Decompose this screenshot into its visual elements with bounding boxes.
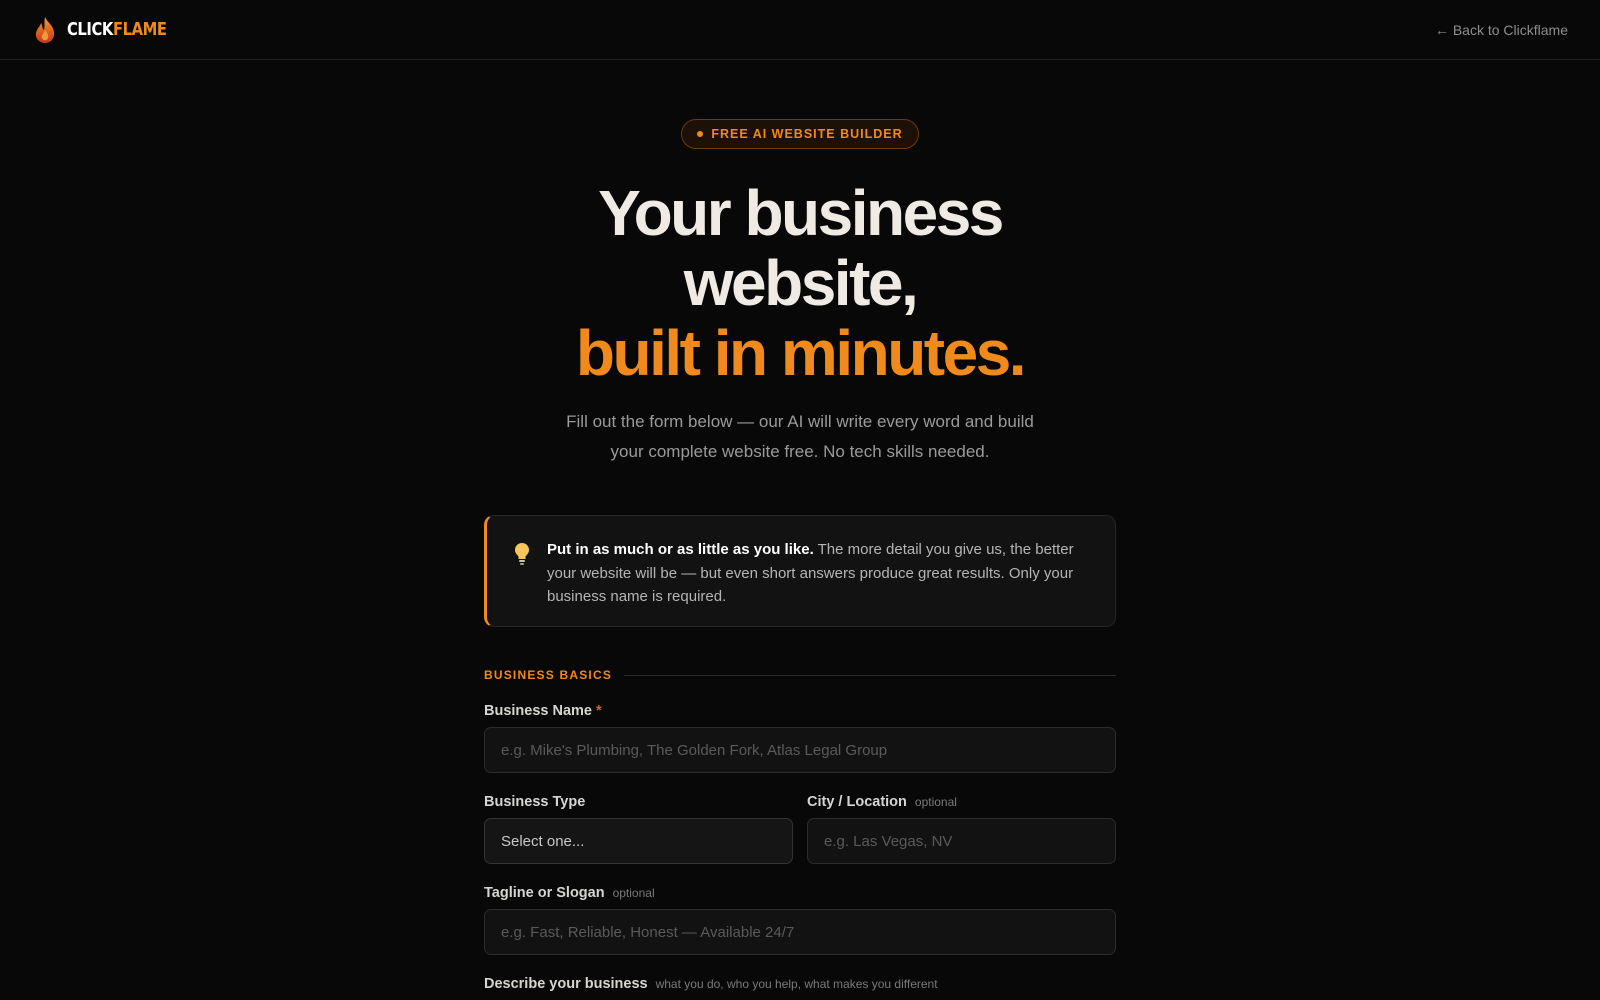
tip-text: Put in as much or as little as you like.… xyxy=(547,538,1091,609)
top-bar: CLICKFLAME ← Back to Clickflame xyxy=(0,0,1600,60)
lightbulb-icon xyxy=(515,543,529,565)
section-business-basics: BUSINESS BASICS xyxy=(484,668,1116,682)
tip-box: Put in as much or as little as you like.… xyxy=(484,515,1116,627)
brand-name: CLICKFLAME xyxy=(67,19,167,40)
tagline-input[interactable] xyxy=(484,909,1116,955)
badge-row: FREE AI WEBSITE BUILDER xyxy=(0,119,1600,149)
headline-line-1: Your business xyxy=(598,177,1004,249)
hero-headline: Your business website, built in minutes. xyxy=(0,178,1600,388)
badge-label: FREE AI WEBSITE BUILDER xyxy=(711,127,903,141)
subtitle-line-1: Fill out the form below — our AI will wr… xyxy=(566,412,1034,431)
required-mark: * xyxy=(596,703,602,719)
hero-subtitle: Fill out the form below — our AI will wr… xyxy=(0,407,1600,467)
headline-line-3: built in minutes. xyxy=(575,317,1027,389)
city-label: City / Location optional xyxy=(807,794,957,810)
business-name-label: Business Name * xyxy=(484,703,602,719)
back-to-clickflame-link[interactable]: ← Back to Clickflame xyxy=(1435,22,1568,38)
section-divider xyxy=(624,674,1116,676)
business-name-input[interactable] xyxy=(484,727,1116,773)
describe-hint: what you do, who you help, what makes yo… xyxy=(655,977,938,991)
city-input[interactable] xyxy=(807,818,1116,864)
city-label-text: City / Location xyxy=(807,794,907,810)
tagline-optional-hint: optional xyxy=(612,886,655,900)
business-type-select[interactable]: Select one... xyxy=(484,818,793,864)
tagline-label-text: Tagline or Slogan xyxy=(484,885,605,901)
business-type-label: Business Type xyxy=(484,794,585,810)
describe-label-text: Describe your business xyxy=(484,976,648,992)
describe-label: Describe your business what you do, who y… xyxy=(484,976,938,992)
free-ai-badge: FREE AI WEBSITE BUILDER xyxy=(681,119,919,149)
badge-dot-icon xyxy=(697,131,704,137)
city-optional-hint: optional xyxy=(914,795,957,809)
tagline-label: Tagline or Slogan optional xyxy=(484,885,655,901)
business-name-label-text: Business Name xyxy=(484,703,592,719)
brand-logo[interactable]: CLICKFLAME xyxy=(32,16,188,44)
section-title: BUSINESS BASICS xyxy=(484,668,613,682)
business-type-label-text: Business Type xyxy=(484,794,586,810)
flame-icon xyxy=(35,16,55,43)
tip-bold: Put in as much or as little as you like. xyxy=(547,541,814,558)
headline-line-2: website, xyxy=(683,247,919,319)
business-type-selected: Select one... xyxy=(501,832,585,850)
subtitle-line-2: your complete website free. No tech skil… xyxy=(610,442,990,461)
